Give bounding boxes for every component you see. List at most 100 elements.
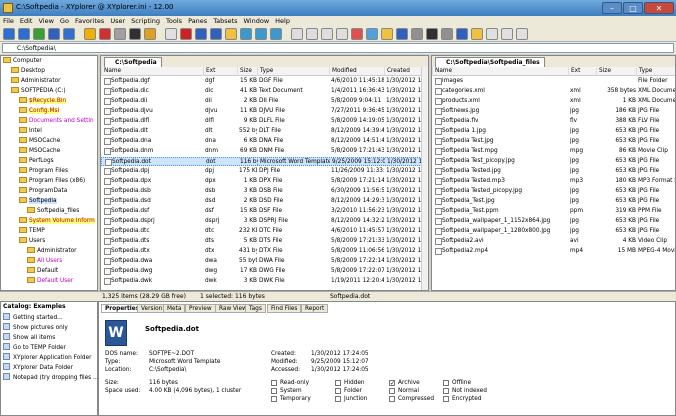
attr-compressed-checkbox[interactable]	[389, 396, 395, 402]
filter-icon[interactable]	[366, 28, 378, 40]
file-row[interactable]: Softpedia.dsd dsd 2 KB DSD File 8/12/2009 14…	[101, 197, 428, 206]
view-icon[interactable]	[306, 28, 318, 40]
info-tab-tags[interactable]: Tags	[245, 304, 266, 313]
file-row[interactable]: Softpedia_Test.ppm ppm 319 KB PPM File	[432, 207, 675, 216]
catalog-item[interactable]: Getting started...	[3, 313, 63, 322]
file-row[interactable]: categories.xml xml 358 bytesXML Document	[432, 87, 675, 96]
tree-item[interactable]: Program Files (x86)	[19, 177, 85, 186]
file-row[interactable]: Softpedia 1.jpg jpg 653 KB JPG File	[432, 127, 675, 136]
file-row[interactable]: Softpedia.dna dna 6 KB DNA File 8/12/2009 14…	[101, 137, 428, 146]
info-tab-meta[interactable]: Meta	[163, 304, 186, 313]
attr-not-indexed-checkbox[interactable]	[443, 388, 449, 394]
tree-item[interactable]: Documents and Settin	[19, 117, 94, 126]
file-row[interactable]: Softpedia.dts dts 5 KB DTS File 5/8/2009 17:…	[101, 237, 428, 246]
close-button[interactable]: ✕	[644, 2, 674, 14]
file-row[interactable]: Softpedia.dsb dsb 3 KB DSB File 6/30/2009 11…	[101, 187, 428, 196]
attr-hidden-checkbox[interactable]	[335, 380, 341, 386]
tree-item[interactable]: Intel	[19, 127, 42, 136]
column-header-type[interactable]: Type	[257, 67, 329, 76]
file-row[interactable]: Softpedia.dgf dgf 15 KB DGF File 4/6/2010 11…	[101, 77, 428, 86]
column-header-name[interactable]: Name	[101, 67, 203, 76]
tree-item[interactable]: ProgramData	[19, 187, 67, 196]
folder-icon[interactable]	[84, 28, 96, 40]
file-row[interactable]: Softpedia.dwa dwa 55 bytesDWA File 5/8/2009…	[101, 257, 428, 266]
file-row[interactable]: Softpedia_Test.jpg jpg 653 KB JPG File	[432, 197, 675, 206]
menu-tabsets[interactable]: Tabsets	[210, 16, 240, 26]
tree-item[interactable]: $Recycle.Bin	[19, 97, 67, 106]
file-row[interactable]: Softpedia.dpj dpj 175 KBDPJ File 11/26/2009…	[101, 167, 428, 176]
tree-item[interactable]: Desktop	[11, 67, 45, 76]
tree-item[interactable]: Default User	[27, 277, 73, 286]
cut-icon[interactable]	[210, 28, 222, 40]
menu-scripting[interactable]: Scripting	[128, 16, 163, 26]
rename-icon[interactable]	[456, 28, 468, 40]
attr-read-only-checkbox[interactable]	[271, 380, 277, 386]
catalog-icon[interactable]	[411, 28, 423, 40]
stop-icon[interactable]	[99, 28, 111, 40]
menu-help[interactable]: Help	[272, 16, 293, 26]
menu-favorites[interactable]: Favorites	[72, 16, 107, 26]
catalog-item[interactable]: Notepad (try dropping files ...	[3, 373, 99, 382]
minimize-button[interactable]: –	[602, 2, 622, 14]
tree-item[interactable]: All Users	[27, 257, 62, 266]
file-row[interactable]: Softpedia.dsf dsf 15 KB DSF File 3/2/2010 11…	[101, 207, 428, 216]
attr-junction-checkbox[interactable]	[335, 396, 341, 402]
column-header-size[interactable]: Size	[596, 67, 636, 76]
file-row[interactable]: products.xml xml 1 KBXML Document	[432, 97, 675, 106]
attr-offline-checkbox[interactable]	[443, 380, 449, 386]
column-header-size[interactable]: Size	[237, 67, 257, 76]
column-header-ext[interactable]: Ext	[203, 67, 237, 76]
tree-item[interactable]: PerfLogs	[19, 157, 54, 166]
column-header-ext[interactable]: Ext	[568, 67, 596, 76]
tree-item[interactable]: Administrator	[11, 77, 61, 86]
tree-item[interactable]: Softpedia	[19, 197, 57, 206]
file-row[interactable]: Softpedia_wallpaper_1_1280x800.jpg jpg 653…	[432, 227, 675, 236]
file-row[interactable]: Softpedia.dsprj dsprj 3 KB DSPRJ File 8/12/2…	[101, 217, 428, 226]
tree-item[interactable]: Config.Msi	[19, 107, 60, 116]
tree-item[interactable]: Users	[19, 237, 45, 246]
file-row[interactable]: Softpedia.dtc dtc 232 KBDTC File 4/6/2010 1…	[101, 227, 428, 236]
tab-softpedia[interactable]: C:\Softpedia	[104, 57, 162, 67]
column-header-type[interactable]: Type	[636, 67, 675, 76]
info-tab-version[interactable]: Version	[137, 304, 167, 313]
catalog-item[interactable]: Go to TEMP Folder	[3, 343, 66, 352]
file-row[interactable]: Softpedia Tested.mp3 mp3 180 KB MP3 Format …	[432, 177, 675, 186]
info-tab-find-files[interactable]: Find Files	[267, 304, 302, 313]
redo-icon[interactable]	[291, 28, 303, 40]
attr-archive-checkbox[interactable]: ✓	[389, 380, 395, 387]
file-row[interactable]: Softpedia.flv flv 388 KB FLV File	[432, 117, 675, 126]
address-input[interactable]: C:\Softpedia\	[2, 43, 674, 53]
menu-tools[interactable]: Tools	[163, 16, 185, 26]
preview-icon[interactable]	[486, 28, 498, 40]
undo-icon[interactable]	[270, 28, 282, 40]
console-icon[interactable]	[129, 28, 141, 40]
up-icon[interactable]	[33, 28, 45, 40]
menu-window[interactable]: Window	[241, 16, 273, 26]
file-row[interactable]: Softpedia.dtx dtx 431 bytesDTX File 5/8/200…	[101, 247, 428, 256]
tree-item[interactable]: Program Files	[19, 167, 68, 176]
info-tab-preview[interactable]: Preview	[185, 304, 216, 313]
catalog-item[interactable]: XYplorer Application Folder	[3, 353, 92, 362]
file-row[interactable]: Softpedia.dwg dwg 17 KB DWG File 5/8/2009 17…	[101, 267, 428, 276]
file-row[interactable]: Softpedia.dwk dwk 3 KB DWK File 1/19/2011 12…	[101, 277, 428, 286]
file-row[interactable]: Softpedia.dlt dlt 552 bytesDLT File 8/12/20…	[101, 127, 428, 136]
paste-icon[interactable]	[225, 28, 237, 40]
catalog-item[interactable]: XYplorer Data Folder	[3, 363, 73, 372]
panel-icon[interactable]	[501, 28, 513, 40]
tree-item[interactable]: Computer	[3, 57, 42, 66]
delete-icon[interactable]	[255, 28, 267, 40]
menu-go[interactable]: Go	[57, 16, 72, 26]
file-row[interactable]: images File Folder	[432, 77, 675, 86]
column-header-created[interactable]: Created	[384, 67, 421, 76]
attr-system-checkbox[interactable]	[271, 388, 277, 394]
down-icon[interactable]	[48, 28, 60, 40]
bookmark-icon[interactable]	[396, 28, 408, 40]
file-row[interactable]: Softpedia.dii dii 2 KB DII File 5/8/2009 9:0…	[101, 97, 428, 106]
info-tab-report[interactable]: Report	[301, 304, 329, 313]
tree-item[interactable]: Softpedia_files	[27, 207, 79, 216]
tree-item[interactable]: Administrator	[27, 247, 77, 256]
list-icon[interactable]	[336, 28, 348, 40]
blank-icon[interactable]	[165, 28, 177, 40]
tree-item[interactable]: Default	[27, 267, 58, 276]
tree-item[interactable]: System Volume Inform	[19, 217, 95, 226]
